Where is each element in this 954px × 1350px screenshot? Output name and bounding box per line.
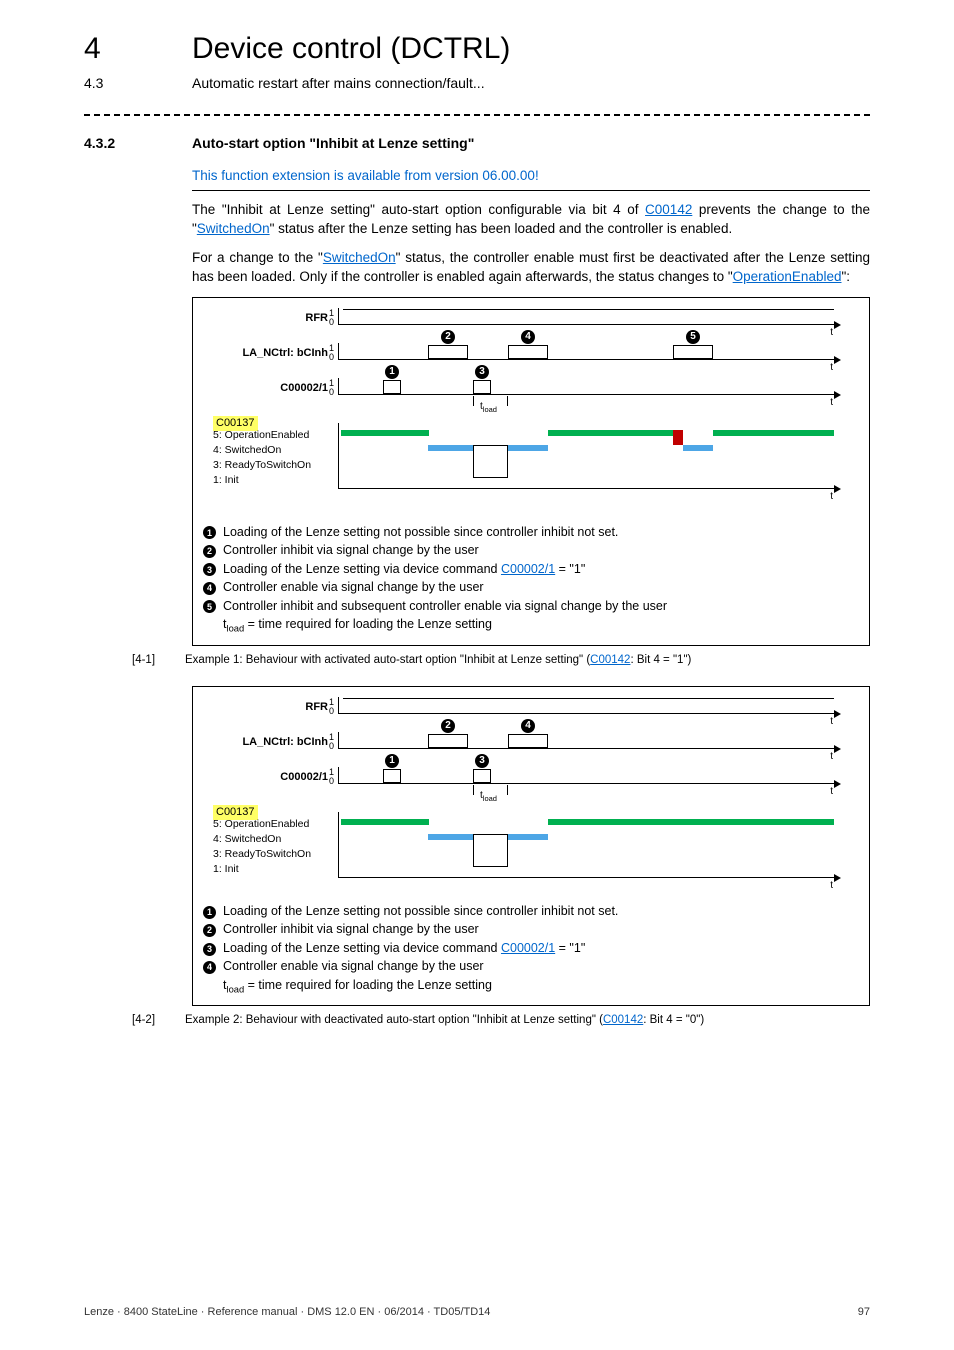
footer-left: Lenze · 8400 StateLine · Reference manua… — [84, 1305, 490, 1320]
chapter-number: 4 — [84, 28, 144, 70]
link-switchedon-2[interactable]: SwitchedOn — [323, 250, 396, 265]
availability-note: This function extension is available fro… — [192, 167, 870, 186]
callout-5: 5 — [686, 330, 700, 344]
link-c00002-1[interactable]: C00002/1 — [501, 562, 555, 576]
link-c00142-cap1[interactable]: C00142 — [590, 654, 630, 666]
link-operationenabled[interactable]: OperationEnabled — [733, 269, 842, 284]
caption-2: [4-2] Example 2: Behaviour with deactiva… — [192, 1012, 870, 1028]
page-number: 97 — [858, 1305, 870, 1320]
chapter-title: Device control (DCTRL) — [192, 28, 510, 70]
paragraph-1: The "Inhibit at Lenze setting" auto-star… — [192, 201, 870, 239]
link-c00142-cap2[interactable]: C00142 — [603, 1014, 643, 1026]
legend-2: 1Loading of the Lenze setting not possib… — [203, 903, 859, 997]
callout-2: 2 — [441, 330, 455, 344]
link-c00002-2[interactable]: C00002/1 — [501, 941, 555, 955]
callout-1: 1 — [385, 365, 399, 379]
callout-3: 3 — [475, 365, 489, 379]
legend-1: 1Loading of the Lenze setting not possib… — [203, 524, 859, 636]
section-number: 4.3 — [84, 74, 144, 94]
timing-diagram-1: RFR 1 0 t LA_NCtrl: bCInh 1 0 t 2 4 5 — [192, 297, 870, 646]
callout-4: 4 — [521, 330, 535, 344]
signal-label-c2: C00002/1 — [203, 381, 328, 396]
subsection-number: 4.3.2 — [84, 134, 144, 154]
separator-dashed — [84, 114, 870, 116]
caption-1: [4-1] Example 1: Behaviour with activate… — [192, 652, 870, 668]
timing-diagram-2: RFR 1 0 t LA_NCtrl: bCInh 1 0 t 2 4 C000… — [192, 686, 870, 1007]
subsection-title: Auto-start option "Inhibit at Lenze sett… — [192, 134, 474, 154]
link-switchedon[interactable]: SwitchedOn — [197, 221, 270, 236]
separator-thin — [192, 190, 870, 191]
paragraph-2: For a change to the "SwitchedOn" status,… — [192, 249, 870, 287]
section-title: Automatic restart after mains connection… — [192, 74, 485, 94]
link-c00142[interactable]: C00142 — [645, 202, 692, 217]
red-marker — [673, 430, 683, 445]
signal-label-lanc: LA_NCtrl: bCInh — [203, 346, 328, 361]
signal-label-rfr: RFR — [203, 311, 328, 326]
